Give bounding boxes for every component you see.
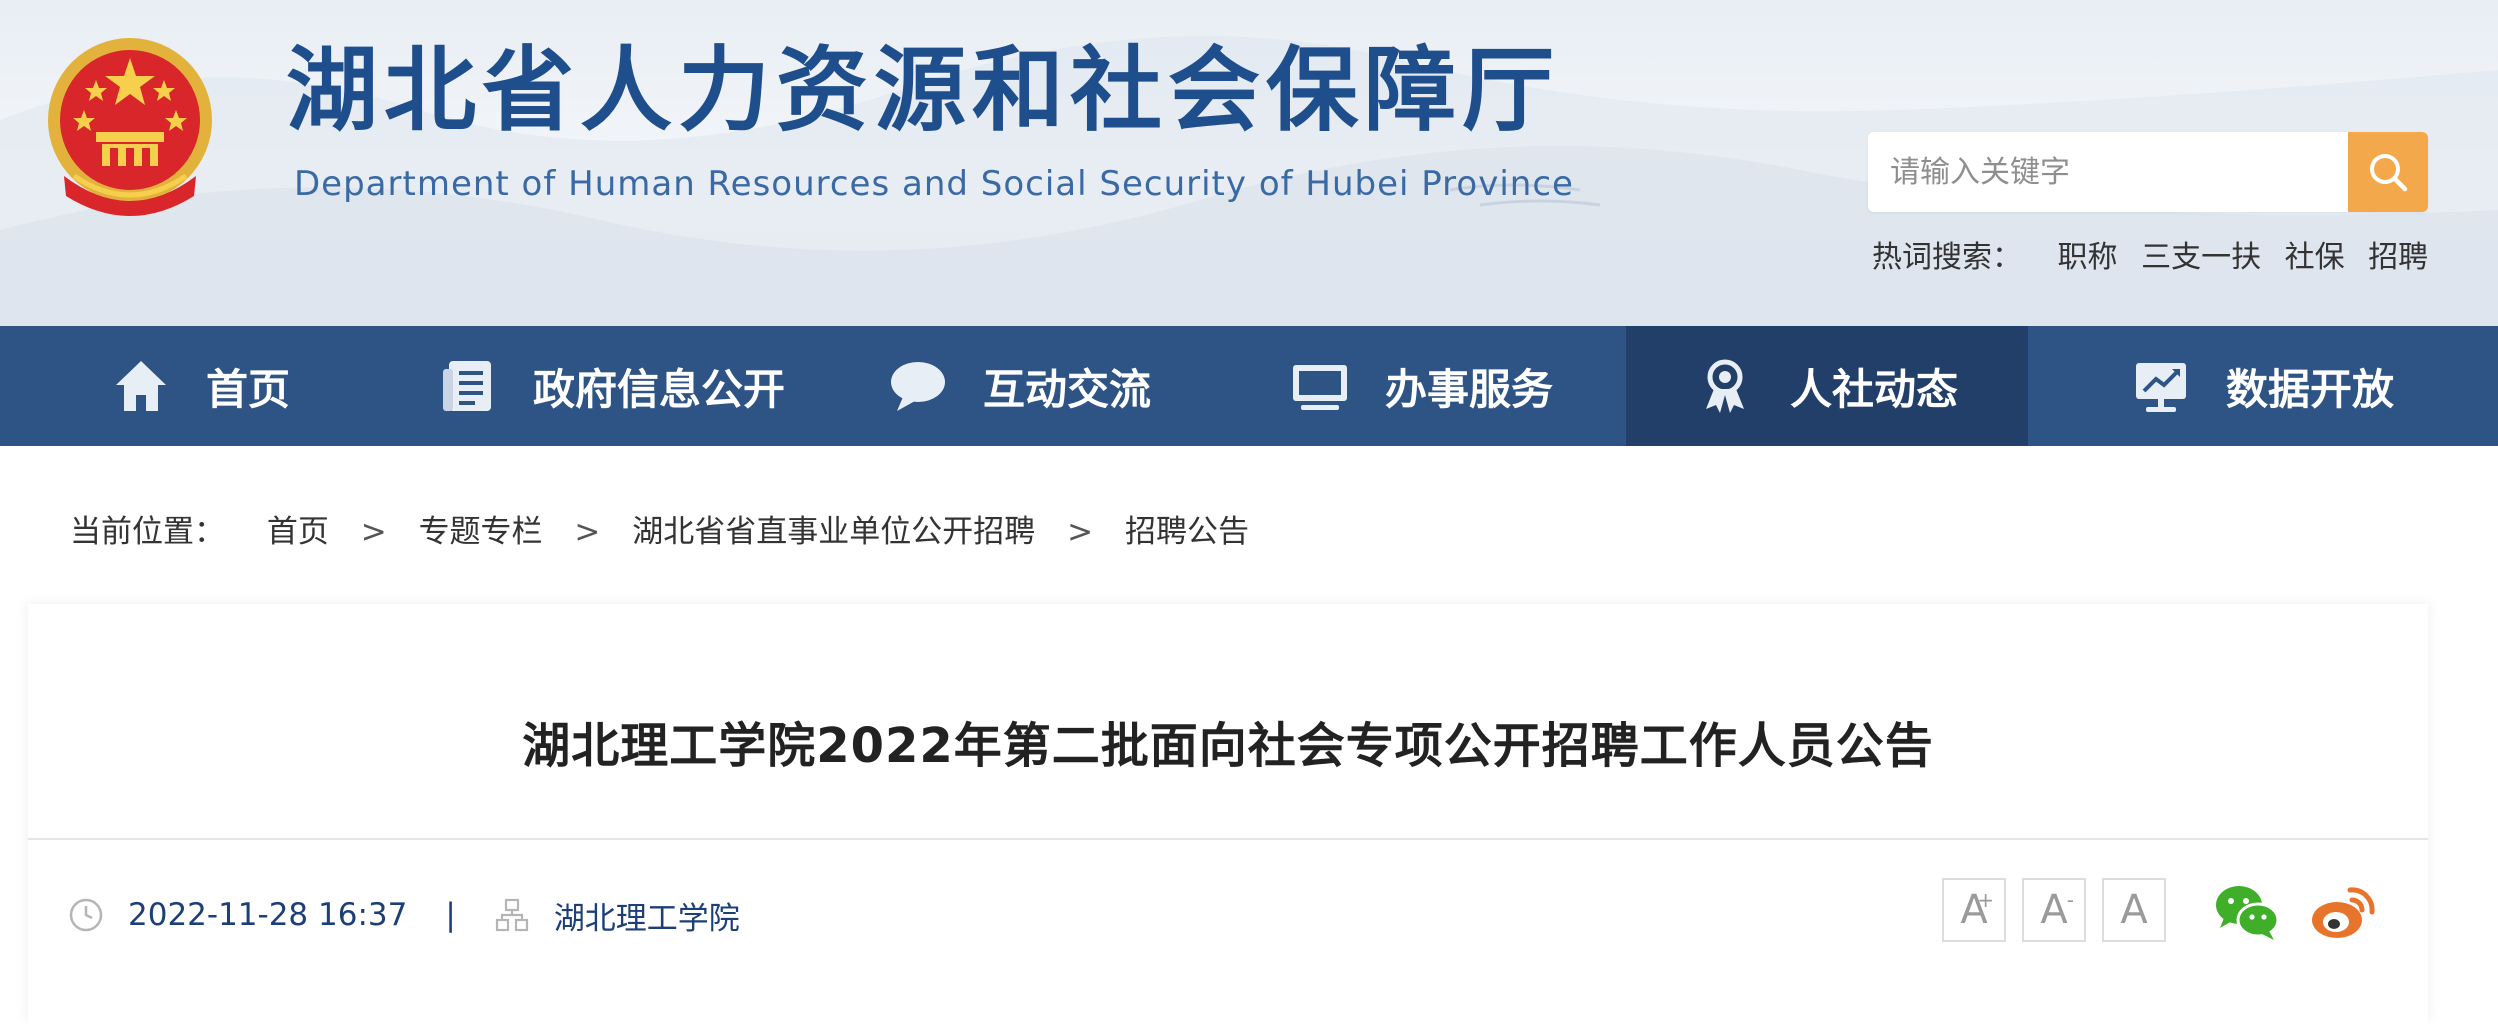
nav-label: 人社动态 [1789,364,1958,414]
font-reset-button[interactable]: A [2102,878,2166,942]
breadcrumb-link-recruitment[interactable]: 湖北省省直事业单位公开招聘 [632,514,1035,550]
award-person-icon [1696,357,1754,415]
chart-screen-icon [2132,357,2190,415]
breadcrumb-link-special[interactable]: 专题专栏 [419,514,543,550]
nav-item-gov-info[interactable]: 政府信息公开 [402,326,822,446]
font-btn-label: A [2040,887,2068,933]
nav-label: 政府信息公开 [532,364,785,414]
search-input[interactable] [1868,132,2348,212]
article-meta: 2022-11-28 16:37 | 湖北理工学院 [68,890,740,940]
site-header: 湖北省人力资源和社会保障厅 Department of Human Resour… [0,0,2498,326]
article-card: 湖北理工学院2022年第二批面向社会专项公开招聘工作人员公告 2022-11-2… [28,604,2428,1024]
nav-label: 首页 [205,364,290,414]
search-button[interactable] [2348,132,2428,212]
nav-item-services[interactable]: 办事服务 [1218,326,1626,446]
breadcrumb-separator: > [574,514,601,550]
search-icon [2370,154,2408,192]
font-increase-button[interactable]: A + [1942,878,2006,942]
article-source: 湖北理工学院 [553,900,740,937]
font-btn-sup: + [1977,888,1994,912]
nav-label: 办事服务 [1384,364,1553,414]
hot-words-label: 热词搜索： [1872,240,2022,275]
site-title: 湖北省人力资源和社会保障厅 [286,36,1561,144]
hot-word-link[interactable]: 职称 [2058,240,2118,275]
search-box [1868,132,2428,212]
nav-item-news[interactable]: 人社动态 [1626,326,2028,446]
breadcrumb: 当前位置： 首页 > 专题专栏 > 湖北省省直事业单位公开招聘 > 招聘公告 [70,506,1249,551]
hot-word-link[interactable]: 三支一扶 [2141,240,2261,275]
chat-bubble-icon [889,357,947,415]
nav-item-interaction[interactable]: 互动交流 [822,326,1218,446]
wechat-icon[interactable] [2214,882,2280,942]
font-decrease-button[interactable]: A- [2022,878,2086,942]
divider [28,838,2428,840]
national-emblem-logo [48,38,212,216]
font-btn-label: A [2120,887,2148,933]
publish-date: 2022-11-28 16:37 [128,897,408,933]
document-icon [439,357,497,415]
clock-icon [68,897,104,933]
breadcrumb-separator: > [1067,514,1094,550]
nav-item-home[interactable]: 首页 [0,326,402,446]
font-btn-sup: - [2066,888,2074,912]
nav-label: 数据开放 [2225,364,2394,414]
monitor-icon [1291,357,1349,415]
weibo-icon[interactable] [2310,882,2376,942]
home-icon [112,357,170,415]
article-title: 湖北理工学院2022年第二批面向社会专项公开招聘工作人员公告 [522,718,1934,774]
main-nav: 首页 政府信息公开 互动交流 办事服务 人社动态 数据开放 [0,326,2498,446]
nav-label: 互动交流 [982,364,1151,414]
hot-word-link[interactable]: 社保 [2285,240,2345,275]
breadcrumb-label: 当前位置： [70,514,225,550]
site-subtitle: Department of Human Resources and Social… [294,164,1574,204]
organization-icon [494,897,530,933]
hot-words: 热词搜索： 职称 三支一扶 社保 招聘 [1872,232,2442,276]
font-size-controls: A + A- A [1942,878,2182,942]
breadcrumb-link-notice[interactable]: 招聘公告 [1125,514,1249,550]
nav-item-open-data[interactable]: 数据开放 [2028,326,2498,446]
share-buttons [2214,882,2406,942]
breadcrumb-link-home[interactable]: 首页 [267,514,329,550]
hot-word-link[interactable]: 招聘 [2368,240,2428,275]
meta-separator: | [445,897,456,933]
breadcrumb-separator: > [360,514,387,550]
